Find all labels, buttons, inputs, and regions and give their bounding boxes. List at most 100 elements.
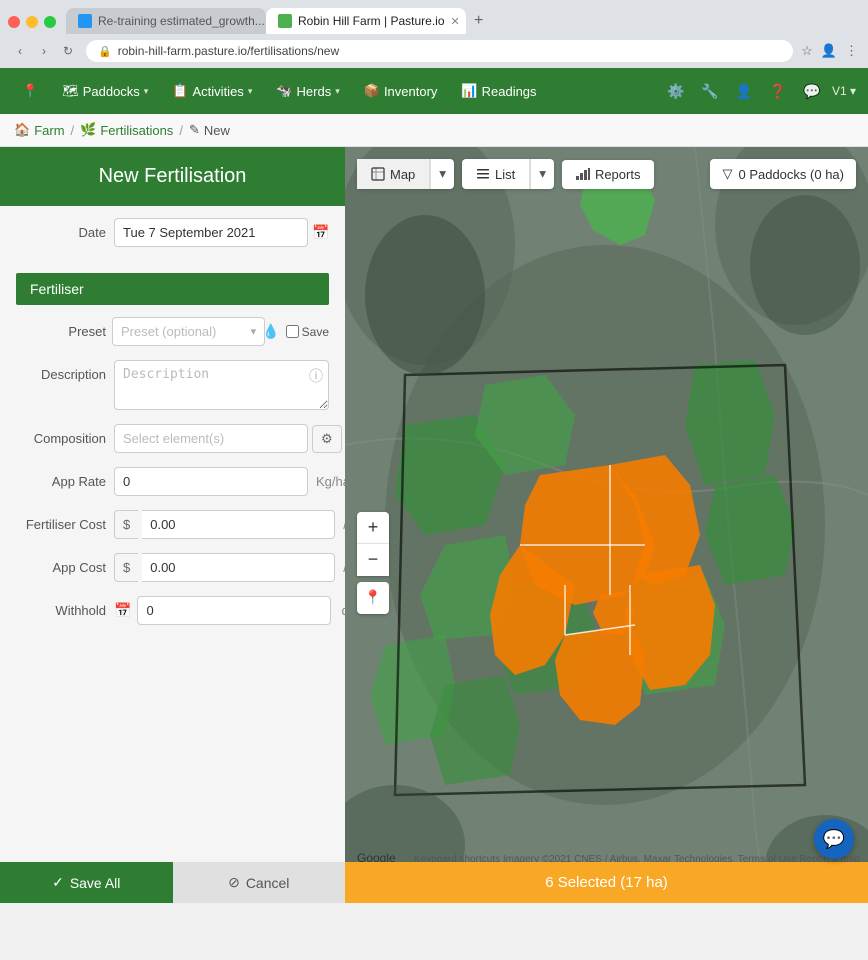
reports-view-group: Reports (562, 160, 655, 189)
fertiliser-cost-control: $ /t (114, 510, 345, 539)
map-toolbar: Map ▾ List ▾ (357, 159, 856, 189)
zoom-controls: + − 📍 (357, 512, 389, 614)
close-traffic-light[interactable] (8, 16, 20, 28)
breadcrumb-fertilisations[interactable]: 🌿 Fertilisations (80, 122, 173, 138)
browser-window: Re-training estimated_growth... ✕ Robin … (0, 0, 868, 903)
address-text: robin-hill-farm.pasture.io/fertilisation… (118, 44, 339, 58)
nav-location[interactable]: 📍 (12, 77, 48, 105)
withhold-input[interactable] (137, 596, 331, 625)
map-view-dropdown[interactable]: ▾ (430, 159, 454, 189)
browser-tab-bar: Re-training estimated_growth... ✕ Robin … (0, 0, 868, 34)
composition-input[interactable] (114, 424, 308, 453)
date-section: Date 📅 (0, 206, 345, 273)
forward-button[interactable]: › (34, 41, 54, 61)
withhold-calendar-icon: 📅 (114, 602, 131, 619)
date-input[interactable] (114, 218, 308, 247)
bookmarks-icon[interactable]: ☆ (801, 43, 813, 59)
nav-inventory[interactable]: 📦 Inventory (354, 77, 448, 105)
chat-button[interactable]: 💬 (814, 819, 854, 859)
map-view-button[interactable]: Map (357, 159, 429, 189)
version-label[interactable]: V1 ▾ (832, 84, 856, 98)
leaf-icon: 🌿 (80, 122, 96, 138)
preset-checkbox[interactable] (286, 325, 299, 338)
map-icon (371, 167, 385, 181)
composition-control: ⚙ (114, 424, 342, 453)
fertiliser-section-header: Fertiliser (16, 273, 329, 305)
reports-icon (576, 168, 590, 180)
calendar-button[interactable]: 📅 (312, 224, 329, 241)
save-all-check-icon: ✓ (52, 874, 64, 891)
map-panel: Map ▾ List ▾ (345, 147, 868, 903)
app-rate-row: App Rate Kg/ha (16, 467, 329, 496)
cancel-button[interactable]: ⊘ Cancel (173, 862, 346, 903)
add-tab-button[interactable]: + (466, 8, 491, 34)
app-nav: 📍 🗺 Paddocks ▾ 📋 Activities ▾ 🐄 Herds ▾ … (0, 68, 868, 114)
preset-select[interactable]: Preset (optional) (112, 317, 265, 346)
selection-count: 6 Selected (17 ha) (545, 874, 668, 891)
left-panel: New Fertilisation Date 📅 Fertiliser (0, 147, 345, 903)
preset-checkbox-label: Save (286, 325, 329, 339)
description-info-icon[interactable]: ⓘ (309, 366, 323, 386)
selection-bar: 6 Selected (17 ha) (345, 862, 868, 903)
user-icon[interactable]: 👤 (730, 77, 758, 105)
paddocks-label: Paddocks (83, 84, 140, 99)
save-all-button[interactable]: ✓ Save All (0, 862, 173, 903)
list-icon (476, 167, 490, 181)
edit-icon: ✎ (189, 122, 200, 138)
preset-label: Preset (16, 324, 106, 339)
reports-view-button[interactable]: Reports (562, 160, 655, 189)
breadcrumb: 🏠 Farm / 🌿 Fertilisations / ✎ New (0, 114, 868, 147)
browser-tab-retraining[interactable]: Re-training estimated_growth... ✕ (66, 8, 266, 34)
app-rate-input[interactable] (114, 467, 308, 496)
app-cost-input[interactable] (142, 553, 335, 582)
browser-actions: ☆ 👤 ⋮ (801, 43, 858, 59)
reload-button[interactable]: ↻ (58, 41, 78, 61)
tools-icon[interactable]: ⚙️ (662, 77, 690, 105)
menu-icon[interactable]: ⋮ (845, 43, 858, 59)
description-textarea[interactable] (114, 360, 329, 410)
herds-label: Herds (297, 84, 332, 99)
nav-right-actions: ⚙️ 🔧 👤 ❓ 💬 V1 ▾ (662, 77, 856, 105)
profile-icon[interactable]: 👤 (821, 43, 837, 59)
activities-icon: 📋 (172, 83, 188, 99)
maximize-traffic-light[interactable] (44, 16, 56, 28)
preset-control: Preset (optional) ▾ 💧 Save (112, 317, 329, 346)
map-svg (345, 147, 868, 903)
browser-tab-pasture[interactable]: Robin Hill Farm | Pasture.io ✕ (266, 8, 466, 34)
app-cost-label: App Cost (16, 553, 106, 575)
breadcrumb-sep-1: / (71, 123, 75, 138)
chat-icon: 💬 (823, 829, 845, 850)
zoom-in-button[interactable]: + (357, 512, 389, 544)
notifications-icon[interactable]: 💬 (798, 77, 826, 105)
withhold-label: Withhold (16, 596, 106, 618)
list-view-button[interactable]: List (462, 159, 529, 189)
description-row: Description ⓘ (16, 360, 329, 410)
list-view-dropdown[interactable]: ▾ (530, 159, 554, 189)
filter-icon: ▽ (722, 166, 732, 182)
breadcrumb-farm[interactable]: 🏠 Farm (14, 122, 65, 138)
nav-activities[interactable]: 📋 Activities ▾ (162, 77, 262, 105)
preset-info-icon[interactable]: 💧 (262, 323, 279, 340)
minimize-traffic-light[interactable] (26, 16, 38, 28)
description-label: Description (16, 360, 106, 382)
nav-herds[interactable]: 🐄 Herds ▾ (266, 77, 349, 105)
app-cost-control: $ /ha (114, 553, 345, 582)
nav-paddocks[interactable]: 🗺 Paddocks ▾ (52, 77, 158, 105)
readings-label: Readings (482, 84, 537, 99)
paddocks-count: 0 Paddocks (0 ha) (738, 167, 844, 182)
tab-favicon-pasture (278, 14, 292, 28)
nav-readings[interactable]: 📊 Readings (451, 77, 546, 105)
composition-gear-button[interactable]: ⚙ (312, 425, 342, 453)
main-layout: New Fertilisation Date 📅 Fertiliser (0, 147, 868, 903)
description-control: ⓘ (114, 360, 329, 410)
composition-row: Composition ⚙ (16, 424, 329, 453)
tab-close-pasture[interactable]: ✕ (451, 15, 460, 28)
my-location-button[interactable]: 📍 (357, 582, 389, 614)
settings-icon[interactable]: 🔧 (696, 77, 724, 105)
address-bar[interactable]: 🔒 robin-hill-farm.pasture.io/fertilisati… (86, 40, 793, 62)
location-icon: 📍 (22, 83, 38, 99)
zoom-out-button[interactable]: − (357, 544, 389, 576)
fertiliser-cost-input[interactable] (142, 510, 335, 539)
help-icon[interactable]: ❓ (764, 77, 792, 105)
back-button[interactable]: ‹ (10, 41, 30, 61)
